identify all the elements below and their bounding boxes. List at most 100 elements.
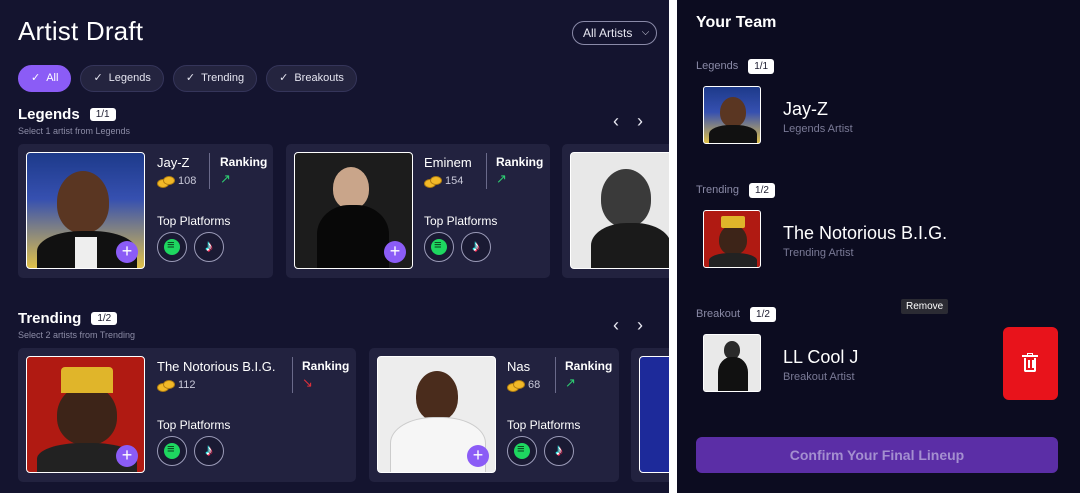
check-icon: ✓ — [93, 72, 103, 84]
top-platforms-label: Top Platforms — [157, 418, 231, 432]
chevron-left-icon[interactable]: ‹ — [613, 316, 619, 334]
chevron-right-icon[interactable]: › — [637, 112, 643, 130]
team-artist-name: LL Cool J — [783, 347, 859, 367]
spotify-icon[interactable] — [424, 232, 454, 262]
slot-label: Legends 1/1 — [696, 59, 775, 74]
team-artist-name: The Notorious B.I.G. — [783, 223, 948, 243]
slot-category: Breakout — [696, 308, 741, 320]
artist-name: Jay-Z — [157, 155, 190, 170]
slot-badge: 1/1 — [748, 59, 775, 74]
slot-label: Trending 1/2 — [696, 183, 775, 198]
confirm-lineup-button[interactable]: Confirm Your Final Lineup — [696, 437, 1058, 473]
check-icon: ✓ — [31, 72, 41, 84]
coins-icon — [157, 380, 175, 392]
divider — [486, 153, 487, 189]
artist-photo — [570, 152, 669, 269]
top-platforms-label: Top Platforms — [507, 418, 581, 432]
chip-label: Legends — [108, 72, 151, 84]
ranking-label: Ranking — [496, 155, 544, 169]
artist-filter-label: All Artists — [583, 26, 633, 40]
artist-name: Nas — [507, 359, 531, 374]
remove-artist-button[interactable] — [1003, 327, 1058, 400]
slot-badge: 1/2 — [749, 183, 775, 198]
trend-down-icon: ↘ — [302, 375, 313, 390]
coin-value: 112 — [157, 379, 196, 392]
chip-breakouts[interactable]: ✓ Breakouts — [266, 65, 357, 92]
team-artist-subtitle: Breakout Artist — [783, 371, 855, 383]
section-badge: 1/2 — [91, 312, 118, 325]
artist-card[interactable] — [562, 144, 669, 278]
artist-name: Eminem — [424, 155, 472, 170]
chevron-right-icon[interactable]: › — [637, 316, 643, 334]
coin-value: 108 — [157, 175, 197, 188]
slot-category: Legends — [696, 60, 739, 72]
top-platforms-label: Top Platforms — [424, 214, 498, 228]
spotify-icon[interactable] — [507, 436, 537, 466]
divider — [209, 153, 210, 189]
section-title-legends: Legends 1/1 — [18, 106, 116, 123]
section-subtitle: Select 1 artist from Legends — [18, 126, 131, 136]
spotify-icon[interactable] — [157, 436, 187, 466]
add-artist-button[interactable]: + — [467, 445, 489, 467]
filter-chips: ✓ All ✓ Legends ✓ Trending ✓ Breakouts — [18, 65, 357, 92]
team-artist-photo — [703, 210, 761, 268]
team-artist-subtitle: Legends Artist — [783, 123, 853, 135]
section-title-trending: Trending 1/2 — [18, 310, 118, 327]
slot-category: Trending — [696, 184, 740, 196]
chip-trending[interactable]: ✓ Trending — [172, 65, 258, 92]
tiktok-icon[interactable]: ♪ — [194, 232, 224, 262]
tiktok-icon[interactable]: ♪ — [461, 232, 491, 262]
artist-card[interactable]: + Nas 68 Ranking ↗ Top Platforms ♪ — [369, 348, 619, 482]
artist-photo — [639, 356, 669, 473]
artist-filter-dropdown[interactable]: All Artists ⌵ — [572, 21, 658, 45]
chip-all[interactable]: ✓ All — [18, 65, 72, 92]
spotify-icon[interactable] — [157, 232, 187, 262]
ranking-label: Ranking — [220, 155, 268, 169]
team-title: Your Team — [696, 14, 777, 31]
divider — [292, 357, 293, 393]
trend-up-icon: ↗ — [565, 375, 576, 390]
coins-icon — [157, 176, 175, 188]
section-subtitle: Select 2 artists from Trending — [18, 330, 136, 340]
artist-draft-panel: Artist Draft All Artists ⌵ ✓ All ✓ Legends… — [0, 0, 669, 493]
section-title-text: Legends — [18, 106, 80, 123]
artist-card[interactable]: + Jay-Z 108 Ranking ↗ Top Platforms ♪ — [18, 144, 273, 278]
coin-amount: 108 — [178, 175, 197, 187]
trend-up-icon: ↗ — [496, 171, 507, 186]
ranking-label: Ranking — [302, 359, 350, 373]
team-artist-photo — [703, 86, 761, 144]
team-artist-photo — [703, 334, 761, 392]
chip-label: Trending — [201, 72, 245, 84]
check-icon: ✓ — [279, 72, 289, 84]
app-root: Artist Draft All Artists ⌵ ✓ All ✓ Legends… — [0, 0, 1080, 493]
add-artist-button[interactable]: + — [116, 445, 138, 467]
panel-divider — [669, 0, 677, 493]
coin-amount: 68 — [528, 379, 541, 391]
divider — [555, 357, 556, 393]
coins-icon — [507, 380, 525, 392]
chip-legends[interactable]: ✓ Legends — [80, 65, 164, 92]
ranking-label: Ranking — [565, 359, 613, 373]
section-badge: 1/1 — [89, 108, 116, 121]
tiktok-icon[interactable]: ♪ — [194, 436, 224, 466]
add-artist-button[interactable]: + — [116, 241, 138, 263]
slot-badge: 1/2 — [750, 307, 776, 322]
coin-value: 154 — [424, 175, 464, 188]
remove-tooltip: Remove — [901, 299, 949, 314]
coin-amount: 154 — [445, 175, 464, 187]
add-artist-button[interactable]: + — [384, 241, 406, 263]
coin-value: 68 — [507, 379, 541, 392]
artist-card[interactable] — [631, 348, 669, 482]
coins-icon — [424, 176, 442, 188]
chip-label: Breakouts — [294, 72, 344, 84]
section-title-text: Trending — [18, 310, 82, 327]
tiktok-icon[interactable]: ♪ — [544, 436, 574, 466]
artist-card[interactable]: + The Notorious B.I.G. 112 Ranking ↘ Top… — [18, 348, 356, 482]
artist-card[interactable]: + Eminem 154 Ranking ↗ Top Platforms ♪ — [286, 144, 550, 278]
chip-label: All — [46, 72, 59, 84]
team-panel: Your Team Legends 1/1 Jay-Z Legends Artis… — [677, 0, 1080, 493]
page-title: Artist Draft — [18, 16, 144, 46]
chevron-left-icon[interactable]: ‹ — [613, 112, 619, 130]
top-platforms-label: Top Platforms — [157, 214, 231, 228]
slot-label: Breakout 1/2 — [696, 307, 776, 322]
